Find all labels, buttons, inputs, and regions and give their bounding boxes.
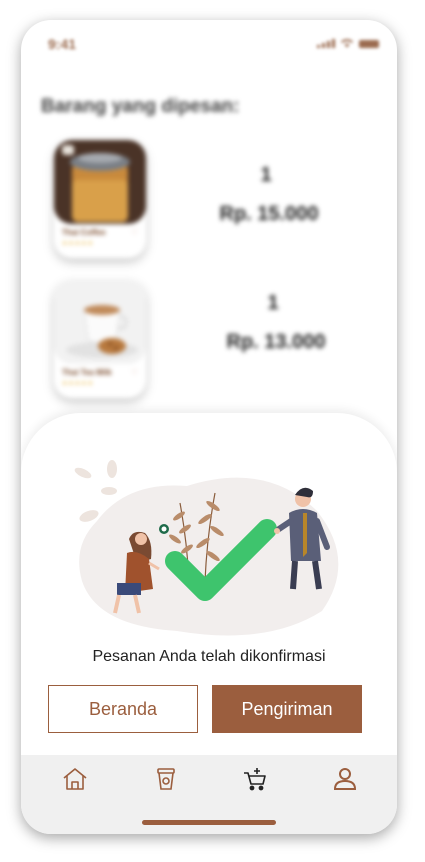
rating-stars: ★★★★★	[62, 381, 94, 387]
coffee-cup-icon[interactable]	[152, 765, 180, 793]
confirmation-sheet: Pesanan Anda telah dikonfirmasi Beranda …	[21, 413, 397, 773]
quantity-1: 1	[260, 164, 272, 186]
product-name: Thai Tea Milk	[62, 368, 112, 377]
shipping-button[interactable]: Pengiriman	[212, 685, 362, 733]
profile-icon[interactable]	[331, 765, 359, 793]
thai-tea-milk-image	[54, 280, 146, 364]
order-confirmed-illustration	[74, 460, 339, 636]
price-1: Rp. 15.000	[219, 203, 319, 225]
phone-frame: 9:41 Barang yang dipesan: Thai Coffee ★★…	[21, 20, 397, 834]
quantity-2: 1	[267, 292, 279, 314]
product-card-1[interactable]: Thai Coffee ★★★★★ ♡	[54, 140, 146, 258]
heart-icon[interactable]: ♡	[131, 368, 138, 377]
order-heading: Barang yang dipesan:	[41, 96, 240, 117]
product-name: Thai Coffee	[62, 228, 106, 237]
cart-icon[interactable]	[241, 765, 269, 793]
order-summary: Barang yang dipesan: Thai Coffee ★★★★★ ♡…	[21, 20, 397, 450]
bottom-navigation	[21, 755, 397, 834]
thai-coffee-image	[54, 140, 146, 224]
rating-stars: ★★★★★	[62, 241, 94, 247]
heart-icon[interactable]: ♡	[131, 228, 138, 237]
home-icon[interactable]	[61, 765, 89, 793]
product-card-2[interactable]: Thai Tea Milk ★★★★★ ♡	[54, 280, 146, 398]
home-button[interactable]: Beranda	[48, 685, 198, 733]
price-2: Rp. 13.000	[226, 331, 326, 353]
confirmation-message: Pesanan Anda telah dikonfirmasi	[92, 648, 326, 665]
home-indicator[interactable]	[142, 820, 276, 825]
